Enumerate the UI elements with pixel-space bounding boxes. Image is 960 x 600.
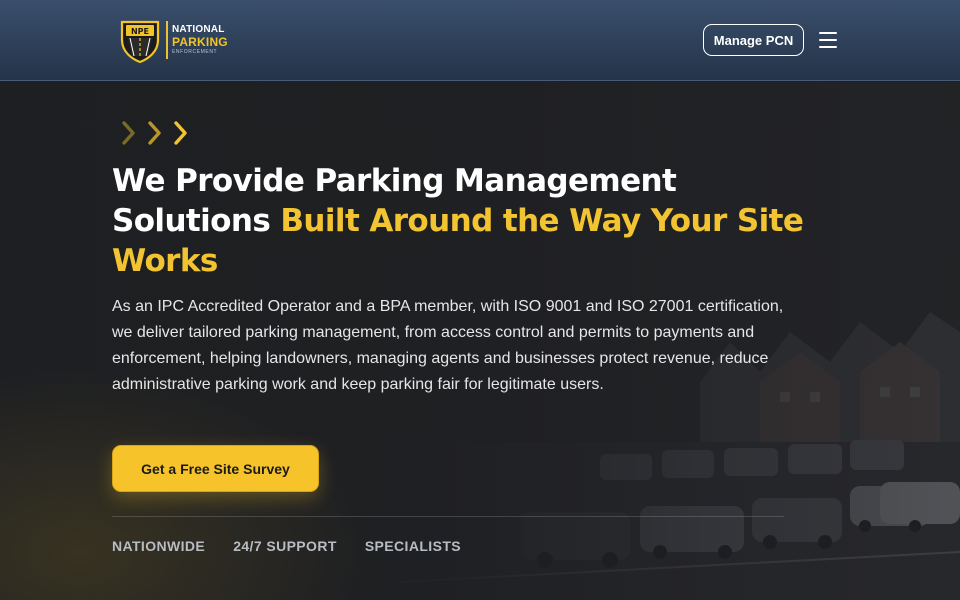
free-site-survey-button[interactable]: Get a Free Site Survey [112,445,319,492]
shield-logo-icon: NPE [120,20,160,64]
logo-divider [166,21,168,59]
hero-intro-paragraph: As an IPC Accredited Operator and a BPA … [112,298,784,393]
feature-item-nationwide: NATIONWIDE [112,538,206,554]
hero-headline: We Provide Parking Management Solutions … [112,161,812,281]
hamburger-menu-icon[interactable] [819,32,837,48]
feature-item-specialists: SPECIALISTS [364,538,462,554]
triple-chevron-right-icon [122,121,187,145]
logo-badge-text: NPE [131,27,149,36]
logo-wordmark: NATIONAL PARKING ENFORCEMENT [172,25,228,55]
feature-item-support: 24/7 SUPPORT [233,538,337,554]
site-header: NPE NATIONAL PARKING ENFORCEMENT Manage … [0,0,960,81]
feature-list: NATIONWIDE 24/7 SUPPORT SPECIALISTS [112,538,461,554]
hero-divider [112,516,784,517]
logo-line-2: PARKING [172,35,228,49]
manage-pcn-button[interactable]: Manage PCN [703,24,804,56]
hero-section: We Provide Parking Management Solutions … [0,82,960,600]
logo-line-3: ENFORCEMENT [172,49,218,55]
logo-line-1: NATIONAL [172,24,225,35]
brand-logo[interactable]: NPE NATIONAL PARKING ENFORCEMENT [118,16,228,64]
